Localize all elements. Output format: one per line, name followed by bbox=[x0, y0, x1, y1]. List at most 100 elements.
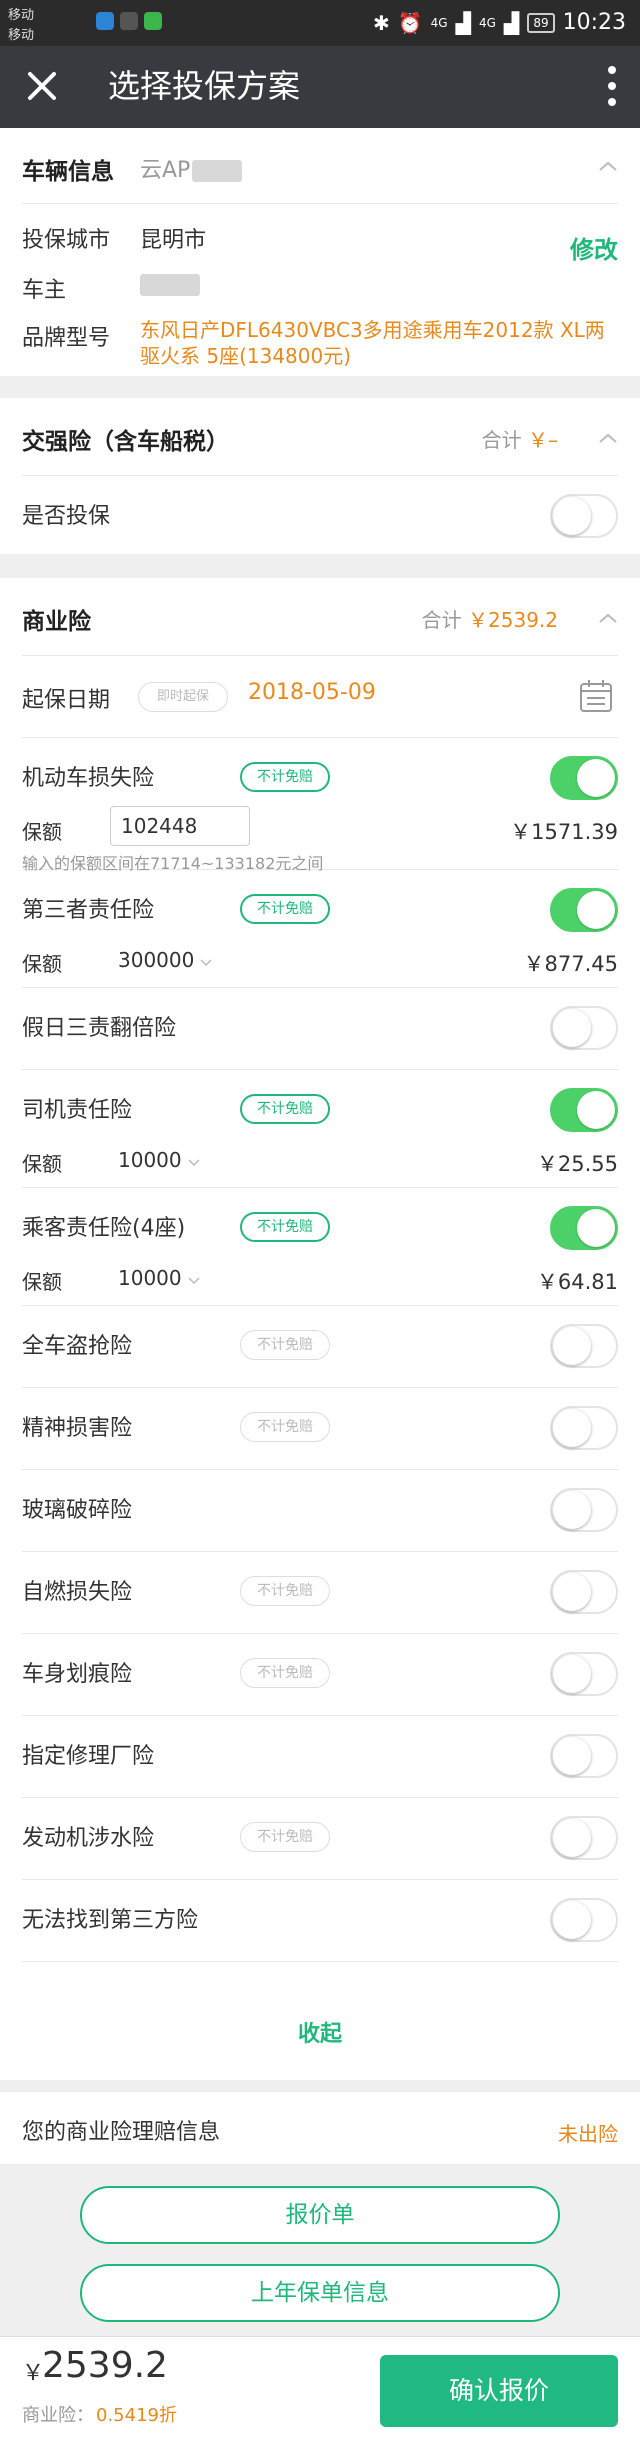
modify-button[interactable]: 修改 bbox=[570, 230, 618, 265]
model-label: 品牌型号 bbox=[22, 326, 111, 351]
coverage-toggle[interactable] bbox=[550, 1488, 618, 1532]
alarm-icon: ⏰ bbox=[397, 10, 423, 35]
coverage-price: ￥1571.39 bbox=[510, 820, 618, 844]
calendar-icon[interactable] bbox=[578, 678, 614, 714]
coverage-name: 发动机涉水险 bbox=[22, 1826, 155, 1851]
last-year-policy-button[interactable]: 上年保单信息 bbox=[80, 2264, 560, 2322]
chevron-up-icon[interactable] bbox=[598, 432, 618, 444]
amount-select[interactable]: 300000 bbox=[118, 948, 212, 972]
coverage-name: 全车盗抢险 bbox=[22, 1334, 133, 1359]
coverage-row: 司机责任险 不计免赔 保额 10000 ￥25.55 bbox=[22, 1070, 618, 1188]
coverage-row: 假日三责翻倍险 bbox=[22, 988, 618, 1070]
coverage-row: 机动车损失险 不计免赔 保额 102448 ￥1571.39 输入的保额区间在71714~… bbox=[22, 738, 618, 873]
signal-icon: ▟ bbox=[503, 10, 520, 35]
coverage-toggle[interactable] bbox=[550, 1006, 618, 1050]
deductible-waiver-badge[interactable]: 不计免赔 bbox=[240, 1822, 330, 1852]
start-date-row: 起保日期 即时起保 2018-05-09 bbox=[22, 656, 618, 738]
deductible-waiver-badge[interactable]: 不计免赔 bbox=[240, 1576, 330, 1606]
city-label: 投保城市 bbox=[22, 228, 111, 253]
coverage-row: 无法找到第三方险 bbox=[22, 1880, 618, 1962]
coverage-toggle[interactable] bbox=[550, 1088, 618, 1132]
coverage-toggle[interactable] bbox=[550, 1898, 618, 1942]
coverage-name: 乘客责任险(4座) bbox=[22, 1216, 186, 1241]
coverage-toggle[interactable] bbox=[550, 1570, 618, 1614]
chevron-up-icon[interactable] bbox=[598, 612, 618, 624]
start-date-value[interactable]: 2018-05-09 bbox=[248, 680, 376, 705]
coverage-name: 自燃损失险 bbox=[22, 1580, 133, 1605]
coverage-toggle[interactable] bbox=[550, 1406, 618, 1450]
owner-label: 车主 bbox=[22, 278, 67, 303]
grand-total: 2539.2 bbox=[42, 2345, 168, 2386]
chevron-down-icon bbox=[188, 1159, 200, 1167]
deductible-waiver-badge[interactable]: 不计免赔 bbox=[240, 1094, 330, 1124]
claims-value: 未出险 bbox=[558, 2122, 618, 2146]
coverage-row: 第三者责任险 不计免赔 保额 300000 ￥877.45 bbox=[22, 870, 618, 988]
coverage-name: 假日三责翻倍险 bbox=[22, 1016, 177, 1041]
coverage-name: 指定修理厂险 bbox=[22, 1744, 155, 1769]
confirm-quote-button[interactable]: 确认报价 bbox=[380, 2355, 618, 2427]
insure-toggle[interactable] bbox=[550, 494, 618, 538]
app-notification-icon bbox=[96, 12, 114, 30]
coverage-row: 自燃损失险 不计免赔 bbox=[22, 1552, 618, 1634]
amount-label: 保额 bbox=[22, 1270, 62, 1294]
amount-select[interactable]: 10000 bbox=[118, 1148, 200, 1172]
chevron-down-icon bbox=[188, 1277, 200, 1285]
chevron-down-icon bbox=[200, 959, 212, 967]
insure-label: 是否投保 bbox=[22, 504, 111, 529]
more-options-icon[interactable] bbox=[602, 62, 622, 110]
coverage-name: 无法找到第三方险 bbox=[22, 1908, 199, 1933]
amount-label: 保额 bbox=[22, 952, 62, 976]
immediate-start-chip[interactable]: 即时起保 bbox=[138, 682, 228, 712]
model-value-line1: 东风日产DFL6430VBC3多用途乘用车2012款 XL两 bbox=[140, 318, 605, 342]
discount-label: 商业险： bbox=[22, 2405, 94, 2426]
deductible-waiver-badge[interactable]: 不计免赔 bbox=[240, 1212, 330, 1242]
masked-text bbox=[192, 160, 243, 182]
coverage-row: 全车盗抢险 不计免赔 bbox=[22, 1306, 618, 1388]
amount-input[interactable]: 102448 bbox=[110, 806, 250, 846]
owner-value bbox=[140, 274, 200, 296]
claims-info-row[interactable]: 您的商业险理赔信息 未出险 bbox=[0, 2092, 640, 2164]
deductible-waiver-badge[interactable]: 不计免赔 bbox=[240, 762, 330, 792]
commercial-insurance-section: 商业险 合计 ￥2539.2 起保日期 即时起保 2018-05-09 机动车损… bbox=[0, 578, 640, 2080]
quote-button[interactable]: 报价单 bbox=[80, 2186, 560, 2244]
coverage-row: 车身划痕险 不计免赔 bbox=[22, 1634, 618, 1716]
coverage-toggle[interactable] bbox=[550, 1206, 618, 1250]
signal-icon: ▟ bbox=[455, 10, 471, 35]
vehicle-info-heading: 车辆信息 bbox=[22, 159, 114, 185]
vehicle-info-section: 车辆信息 云AP 投保城市 昆明市 修改 车主 品牌型号 东风日产DFL6430… bbox=[0, 128, 640, 376]
coverage-row: 玻璃破碎险 bbox=[22, 1470, 618, 1552]
coverage-toggle[interactable] bbox=[550, 1734, 618, 1778]
coverage-name: 车身划痕险 bbox=[22, 1662, 133, 1687]
app-toolbar: 选择投保方案 bbox=[0, 46, 640, 128]
page-title: 选择投保方案 bbox=[108, 67, 301, 105]
coverage-name: 玻璃破碎险 bbox=[22, 1498, 133, 1523]
notification-icons bbox=[96, 12, 162, 30]
model-value-line2: 驱火系 5座(134800元) bbox=[140, 344, 352, 368]
deductible-waiver-badge[interactable]: 不计免赔 bbox=[240, 894, 330, 924]
signal-1: 4G bbox=[430, 15, 448, 30]
collapse-button[interactable]: 收起 bbox=[0, 2016, 640, 2048]
bluetooth-icon: ✱ bbox=[372, 10, 390, 35]
coverage-toggle[interactable] bbox=[550, 756, 618, 800]
deductible-waiver-badge[interactable]: 不计免赔 bbox=[240, 1658, 330, 1688]
coverage-row: 指定修理厂险 bbox=[22, 1716, 618, 1798]
claims-label: 您的商业险理赔信息 bbox=[22, 2120, 221, 2145]
coverage-toggle[interactable] bbox=[550, 888, 618, 932]
chevron-up-icon[interactable] bbox=[598, 160, 618, 172]
coverage-toggle[interactable] bbox=[550, 1816, 618, 1860]
coverage-toggle[interactable] bbox=[550, 1324, 618, 1368]
amount-select[interactable]: 10000 bbox=[118, 1266, 200, 1290]
status-bar: 移动 移动 ✱ ⏰ 4G ▟ 4G ▟ 89 10:23 bbox=[0, 0, 640, 46]
coverage-toggle[interactable] bbox=[550, 1652, 618, 1696]
signal-2: 4G bbox=[478, 15, 496, 30]
start-date-label: 起保日期 bbox=[22, 688, 111, 713]
compulsory-insurance-section: 交强险（含车船税） 合计 ￥– 是否投保 bbox=[0, 398, 640, 554]
deductible-waiver-badge[interactable]: 不计免赔 bbox=[240, 1330, 330, 1360]
plate-number: 云AP bbox=[140, 152, 243, 184]
close-icon[interactable] bbox=[22, 66, 62, 106]
commercial-heading: 商业险 bbox=[22, 609, 91, 635]
clock: 10:23 bbox=[562, 10, 626, 35]
coverage-row: 精神损害险 不计免赔 bbox=[22, 1388, 618, 1470]
deductible-waiver-badge[interactable]: 不计免赔 bbox=[240, 1412, 330, 1442]
amount-label: 保额 bbox=[22, 820, 62, 844]
